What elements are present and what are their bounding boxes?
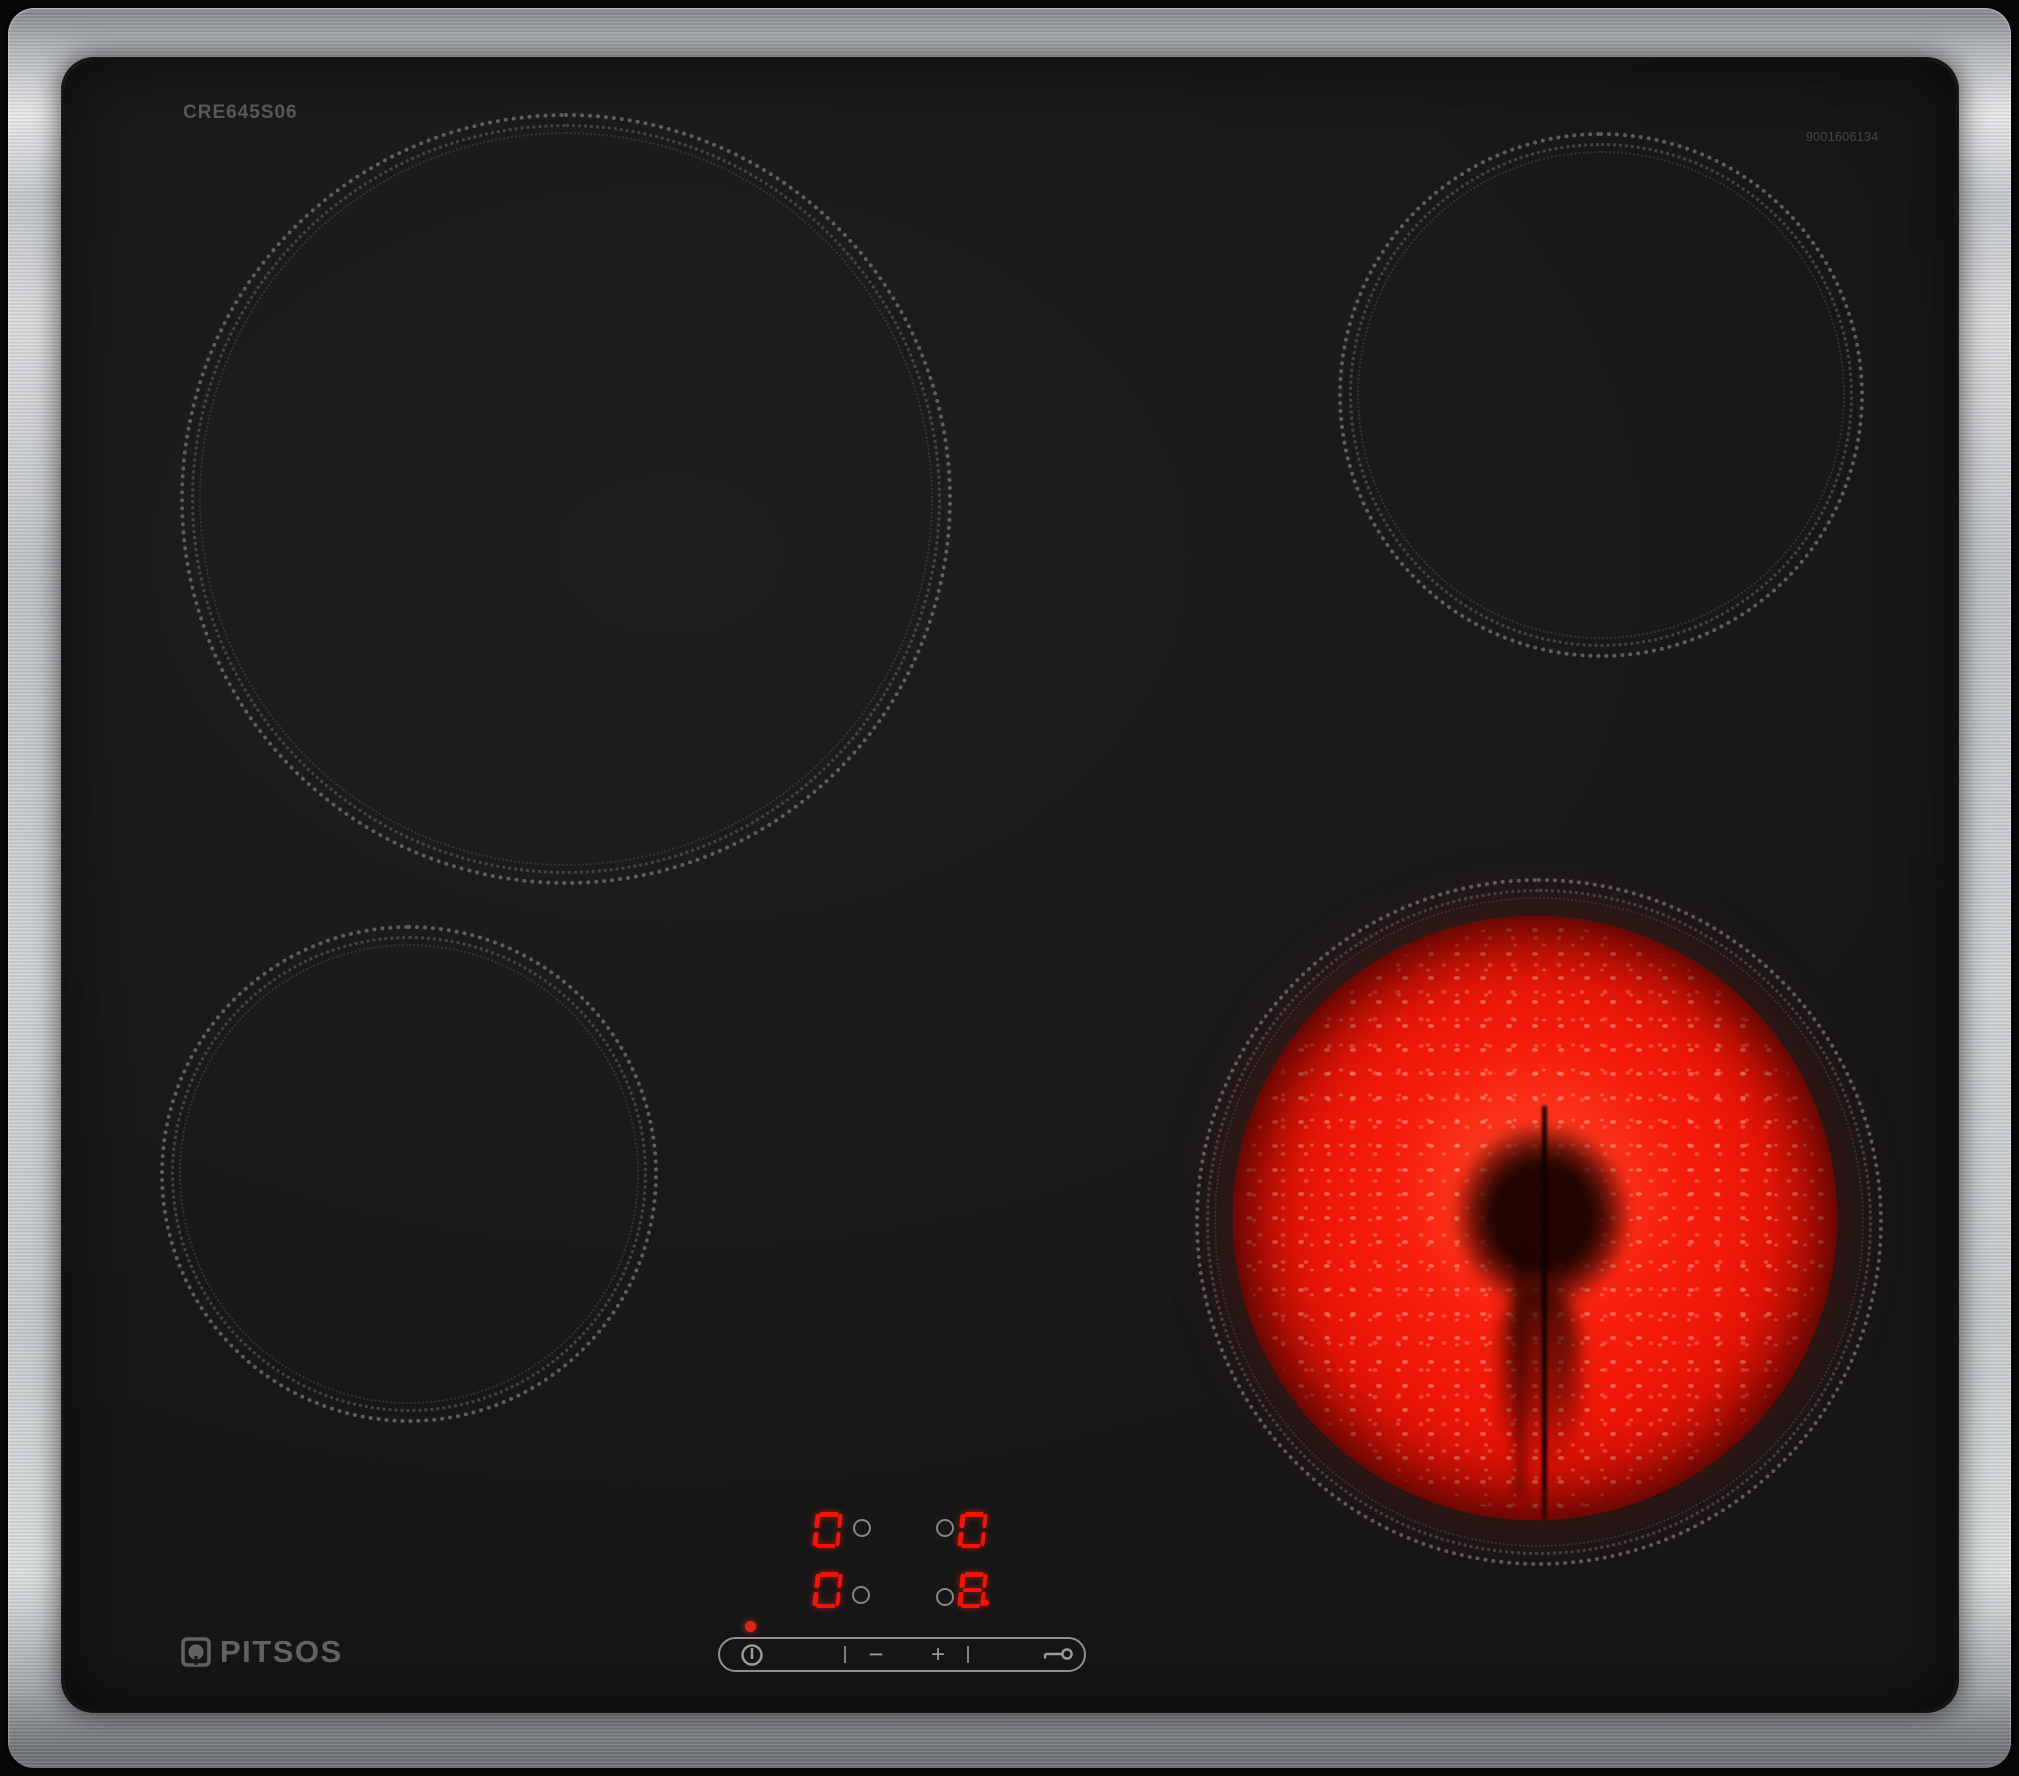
decrease-button[interactable]: − xyxy=(856,1639,896,1670)
burner-front-left xyxy=(160,925,658,1423)
brand-mark-icon xyxy=(181,1637,211,1667)
display-right-rear-level xyxy=(957,1512,988,1548)
display-right-rear-zone-indicator xyxy=(936,1519,954,1537)
display-right-front-zone-indicator xyxy=(936,1588,954,1606)
touch-control-strip: − + xyxy=(718,1637,1086,1672)
burner-rear-left xyxy=(180,113,952,885)
display-left-front-level xyxy=(812,1572,843,1608)
power-indicator-led xyxy=(745,1621,756,1632)
model-number-label: CRE645S06 xyxy=(183,102,298,123)
strip-divider-right xyxy=(967,1646,969,1663)
display-right-front-decimal-dot xyxy=(983,1600,989,1606)
power-button[interactable] xyxy=(734,1639,770,1670)
increase-button[interactable]: + xyxy=(918,1639,958,1670)
display-left-rear-level xyxy=(812,1512,843,1548)
burner-rear-right xyxy=(1338,132,1864,658)
brand-wordmark: PITSOS xyxy=(220,1634,343,1669)
power-icon xyxy=(741,1643,763,1666)
serial-number-label: 9001606134 xyxy=(1806,130,1879,144)
key-icon xyxy=(1043,1647,1073,1660)
brand-logo: PITSOS xyxy=(181,1634,343,1670)
strip-divider-left xyxy=(844,1646,846,1663)
glow-rim-shade xyxy=(1233,916,1837,1520)
display-left-front-zone-indicator xyxy=(852,1586,870,1604)
child-lock-button[interactable] xyxy=(1036,1639,1080,1670)
cooktop: CRE645S06 9001606134 − + PITSOS xyxy=(0,0,2019,1776)
burner-front-right-glowing xyxy=(1233,916,1837,1520)
display-left-rear-zone-indicator xyxy=(853,1519,871,1537)
